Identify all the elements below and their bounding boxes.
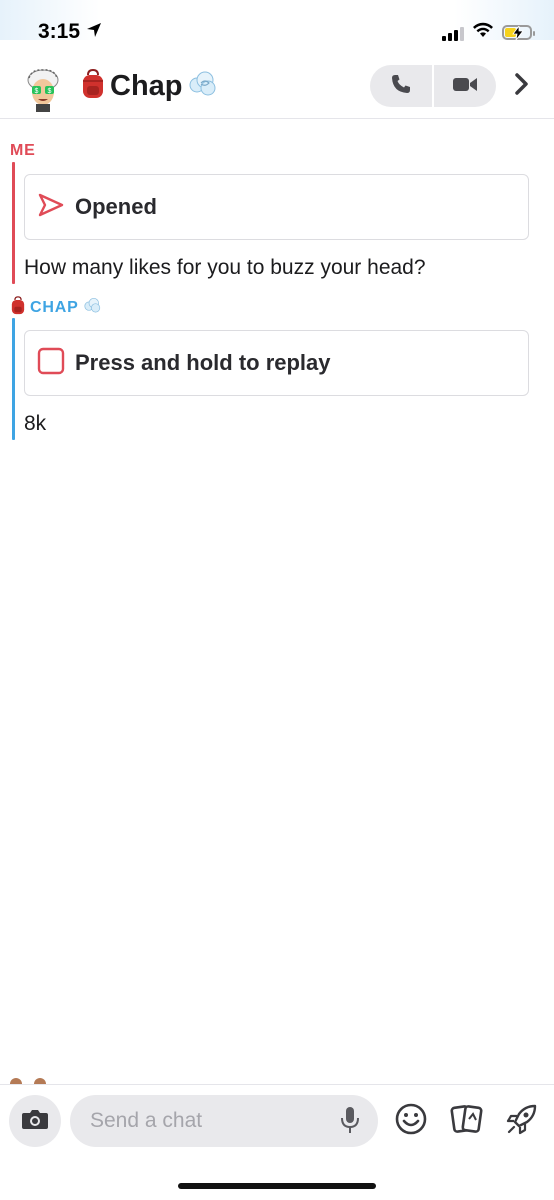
chevron-right-button[interactable] — [510, 72, 534, 100]
call-actions — [370, 65, 496, 107]
message-text-chap: 8k — [24, 412, 47, 435]
bitmoji-avatar[interactable]: $ $ — [20, 66, 66, 112]
chevron-right-icon — [514, 72, 530, 101]
svg-text:$: $ — [35, 88, 39, 95]
sender-label-chap-group: CHAP — [10, 296, 101, 320]
thread-bar-me — [12, 162, 15, 284]
snap-status-opened: Opened — [75, 194, 157, 219]
chat-title[interactable]: Chap — [80, 68, 217, 104]
battery-icon — [502, 25, 535, 40]
dash-small-icon — [83, 297, 101, 319]
phone-icon — [390, 73, 412, 100]
games-button[interactable] — [504, 1103, 540, 1139]
voice-call-button[interactable] — [370, 65, 432, 107]
status-time: 3:15 — [38, 20, 81, 43]
sent-arrow-icon — [37, 192, 65, 223]
microphone-button[interactable] — [336, 1106, 364, 1139]
sender-label-chap: CHAP — [30, 299, 79, 316]
rocket-icon — [505, 1102, 539, 1141]
camera-icon — [21, 1107, 49, 1136]
location-arrow-icon — [86, 20, 102, 44]
cards-icon — [450, 1102, 484, 1141]
snap-replay-card[interactable]: Press and hold to replay — [24, 330, 529, 396]
charging-bolt-icon — [512, 26, 524, 40]
wifi-icon — [472, 22, 494, 43]
snap-opened-card[interactable]: Opened — [24, 174, 529, 240]
video-camera-icon — [452, 75, 478, 98]
svg-text:$: $ — [48, 88, 52, 95]
chat-header: $ $ Chap — [0, 58, 554, 119]
received-square-icon — [37, 347, 65, 380]
sender-label-me: ME — [10, 142, 36, 159]
backpack-icon — [80, 68, 106, 104]
sticker-button[interactable] — [393, 1103, 429, 1139]
home-indicator[interactable] — [178, 1183, 376, 1189]
chat-composer — [0, 1084, 554, 1159]
status-indicators — [442, 22, 535, 43]
chat-input[interactable] — [70, 1095, 378, 1147]
cellular-signal-icon — [442, 25, 464, 41]
dash-emoji-icon — [187, 70, 217, 103]
thread-bar-chap — [12, 318, 15, 440]
snap-status-replay: Press and hold to replay — [75, 350, 331, 375]
backpack-small-icon — [10, 296, 26, 320]
cards-button[interactable] — [449, 1103, 485, 1139]
message-text-me: How many likes for you to buzz your head… — [24, 256, 426, 279]
camera-button[interactable] — [9, 1095, 61, 1147]
status-bar: 3:15 — [0, 0, 554, 56]
status-time-group: 3:15 — [38, 20, 102, 44]
chat-title-text: Chap — [110, 70, 183, 102]
microphone-icon — [341, 1106, 359, 1139]
smiley-icon — [394, 1102, 428, 1141]
chat-screen: 3:15 $ $ Chap ME Opened How many likes f… — [0, 0, 554, 1200]
video-call-button[interactable] — [434, 65, 496, 107]
